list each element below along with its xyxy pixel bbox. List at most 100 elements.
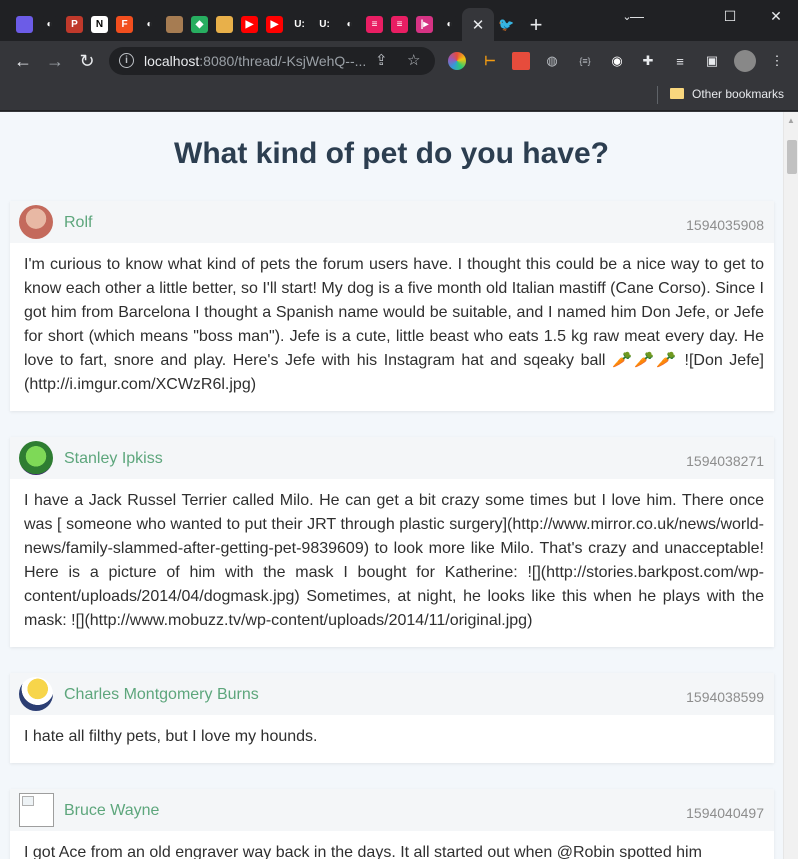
figma-icon: F xyxy=(116,16,133,33)
url-path: :8080/thread/-KsjWehQ--... xyxy=(199,53,367,69)
scrollbar-thumb[interactable] xyxy=(787,140,797,174)
post-username[interactable]: Rolf xyxy=(64,214,92,232)
maximize-button[interactable]: ☐ xyxy=(707,0,753,32)
github-icon: ◐ xyxy=(341,16,358,33)
notion-icon: N xyxy=(91,16,108,33)
tab-list: ◐ P N F ◐ ◆ ▶ ▶ U: U: ◐ ≡ ≡ |▸ ◐ ✕ 🐦 + xyxy=(12,8,553,41)
browser-tab[interactable]: U: xyxy=(287,8,312,41)
reload-icon: ↻ xyxy=(79,50,95,71)
person-icon xyxy=(216,16,233,33)
other-bookmarks-link[interactable]: Other bookmarks xyxy=(692,87,784,101)
github-icon: ◐ xyxy=(41,16,58,33)
github-icon: ◐ xyxy=(441,16,458,33)
post-timestamp: 1594038271 xyxy=(686,453,764,469)
browser-tab[interactable] xyxy=(162,8,187,41)
bird-icon xyxy=(16,16,33,33)
arrow-left-icon: ← xyxy=(14,50,32,71)
post-text: I got Ace from an old engraver way back … xyxy=(24,844,702,859)
menu-kebab-icon[interactable]: ⋮ xyxy=(768,52,786,70)
browser-tab[interactable]: ≡ xyxy=(387,8,412,41)
stripe-icon: ≡ xyxy=(366,16,383,33)
folder-icon xyxy=(670,88,684,99)
stripe-icon: ≡ xyxy=(391,16,408,33)
browser-tab[interactable]: U: xyxy=(312,8,337,41)
post-header: Charles Montgomery Burns 1594038599 xyxy=(10,673,774,715)
address-bar[interactable]: i localhost:8080/thread/-KsjWehQ--... ⇪ … xyxy=(109,47,435,75)
braces-extension-icon[interactable]: {≡} xyxy=(576,52,594,70)
post-text: I hate all filthy pets, but I love my ho… xyxy=(24,728,318,745)
post-timestamp: 1594038599 xyxy=(686,689,764,705)
color-wheel-extension-icon[interactable] xyxy=(448,52,466,70)
bookmarks-divider xyxy=(657,86,658,104)
browser-tab[interactable]: ◆ xyxy=(187,8,212,41)
globe-extension-icon[interactable]: ◍ xyxy=(543,52,561,70)
browser-tab[interactable]: |▸ xyxy=(412,8,437,41)
puzzle-extensions-icon[interactable]: ✚ xyxy=(639,52,657,70)
chevron-down-icon: ⌄ xyxy=(622,10,632,23)
post-username[interactable]: Bruce Wayne xyxy=(64,802,159,820)
page-viewport: What kind of pet do you have? Rolf 15940… xyxy=(0,112,783,859)
profile-avatar[interactable] xyxy=(734,50,756,72)
new-tab-button[interactable]: + xyxy=(519,12,553,38)
cube-icon: ◆ xyxy=(191,16,208,33)
browser-tab[interactable]: ◐ xyxy=(37,8,62,41)
user-avatar[interactable] xyxy=(19,441,53,475)
close-tab-icon[interactable]: ✕ xyxy=(472,16,485,34)
window-close-button[interactable]: ✕ xyxy=(753,0,798,32)
share-icon[interactable]: ⇪ xyxy=(375,51,388,69)
forward-button[interactable]: → xyxy=(43,49,67,73)
url-host: localhost xyxy=(144,53,200,69)
p-icon: P xyxy=(66,16,83,33)
browser-tab[interactable]: P xyxy=(62,8,87,41)
u-icon: U: xyxy=(291,16,308,33)
github-icon: ◐ xyxy=(141,16,158,33)
user-avatar[interactable] xyxy=(19,205,53,239)
tab-strip: ◐ P N F ◐ ◆ ▶ ▶ U: U: ◐ ≡ ≡ |▸ ◐ ✕ 🐦 + — ☐ ✕ ⌄ xyxy=(0,0,798,41)
post-text: I have a Jack Russel Terrier called Milo… xyxy=(24,492,764,629)
post-header: Rolf 1594035908 xyxy=(10,201,774,243)
twitter-icon: 🐦 xyxy=(498,16,515,32)
tab-search-button[interactable]: ⌄ xyxy=(607,0,647,32)
maximize-icon: ☐ xyxy=(723,7,737,24)
bookmarks-bar: Other bookmarks xyxy=(0,81,798,111)
circle-extension-icon[interactable]: ◉ xyxy=(608,52,626,70)
post: Stanley Ipkiss 1594038271 I have a Jack … xyxy=(10,437,774,647)
bookmark-star-icon[interactable]: ☆ xyxy=(407,51,420,69)
youtube-icon: ▶ xyxy=(241,16,258,33)
active-tab[interactable]: ✕ xyxy=(462,8,494,41)
reload-button[interactable]: ↻ xyxy=(75,49,99,73)
info-icon[interactable]: i xyxy=(119,53,134,68)
tile-extension-icon[interactable] xyxy=(512,52,530,70)
browser-tab[interactable]: ◐ xyxy=(137,8,162,41)
browser-tab[interactable]: ◐ xyxy=(337,8,362,41)
post-text: I'm curious to know what kind of pets th… xyxy=(24,256,764,393)
browser-tab[interactable]: ▶ xyxy=(237,8,262,41)
browser-tab[interactable] xyxy=(212,8,237,41)
side-panel-icon[interactable]: ▣ xyxy=(703,52,721,70)
bars-icon: |▸ xyxy=(416,16,433,33)
user-avatar[interactable] xyxy=(19,677,53,711)
browser-tab[interactable]: ≡ xyxy=(362,8,387,41)
browser-tab[interactable]: ▶ xyxy=(262,8,287,41)
u-icon: U: xyxy=(316,16,333,33)
post: Charles Montgomery Burns 1594038599 I ha… xyxy=(10,673,774,763)
url-text: localhost:8080/thread/-KsjWehQ--... xyxy=(144,53,366,69)
post-timestamp: 1594035908 xyxy=(686,217,764,233)
browser-tab[interactable]: ◐ xyxy=(437,8,462,41)
post-timestamp: 1594040497 xyxy=(686,805,764,821)
thread-title: What kind of pet do you have? xyxy=(174,137,609,170)
browser-tab[interactable] xyxy=(12,8,37,41)
post-username[interactable]: Charles Montgomery Burns xyxy=(64,686,259,704)
browser-tab[interactable]: F xyxy=(112,8,137,41)
post-header: Stanley Ipkiss 1594038271 xyxy=(10,437,774,479)
scroll-up-icon[interactable]: ▲ xyxy=(787,116,795,125)
back-button[interactable]: ← xyxy=(11,49,35,73)
browser-tab[interactable]: N xyxy=(87,8,112,41)
broken-avatar-image[interactable] xyxy=(19,793,54,827)
post-username[interactable]: Stanley Ipkiss xyxy=(64,450,163,468)
close-icon: ✕ xyxy=(770,7,782,24)
bracket-extension-icon[interactable]: ⊢ xyxy=(481,52,499,70)
media-queue-icon[interactable]: ≡ xyxy=(671,52,689,70)
browser-tab[interactable]: 🐦 xyxy=(494,8,519,41)
page-scrollbar[interactable]: ▲ xyxy=(783,112,798,859)
